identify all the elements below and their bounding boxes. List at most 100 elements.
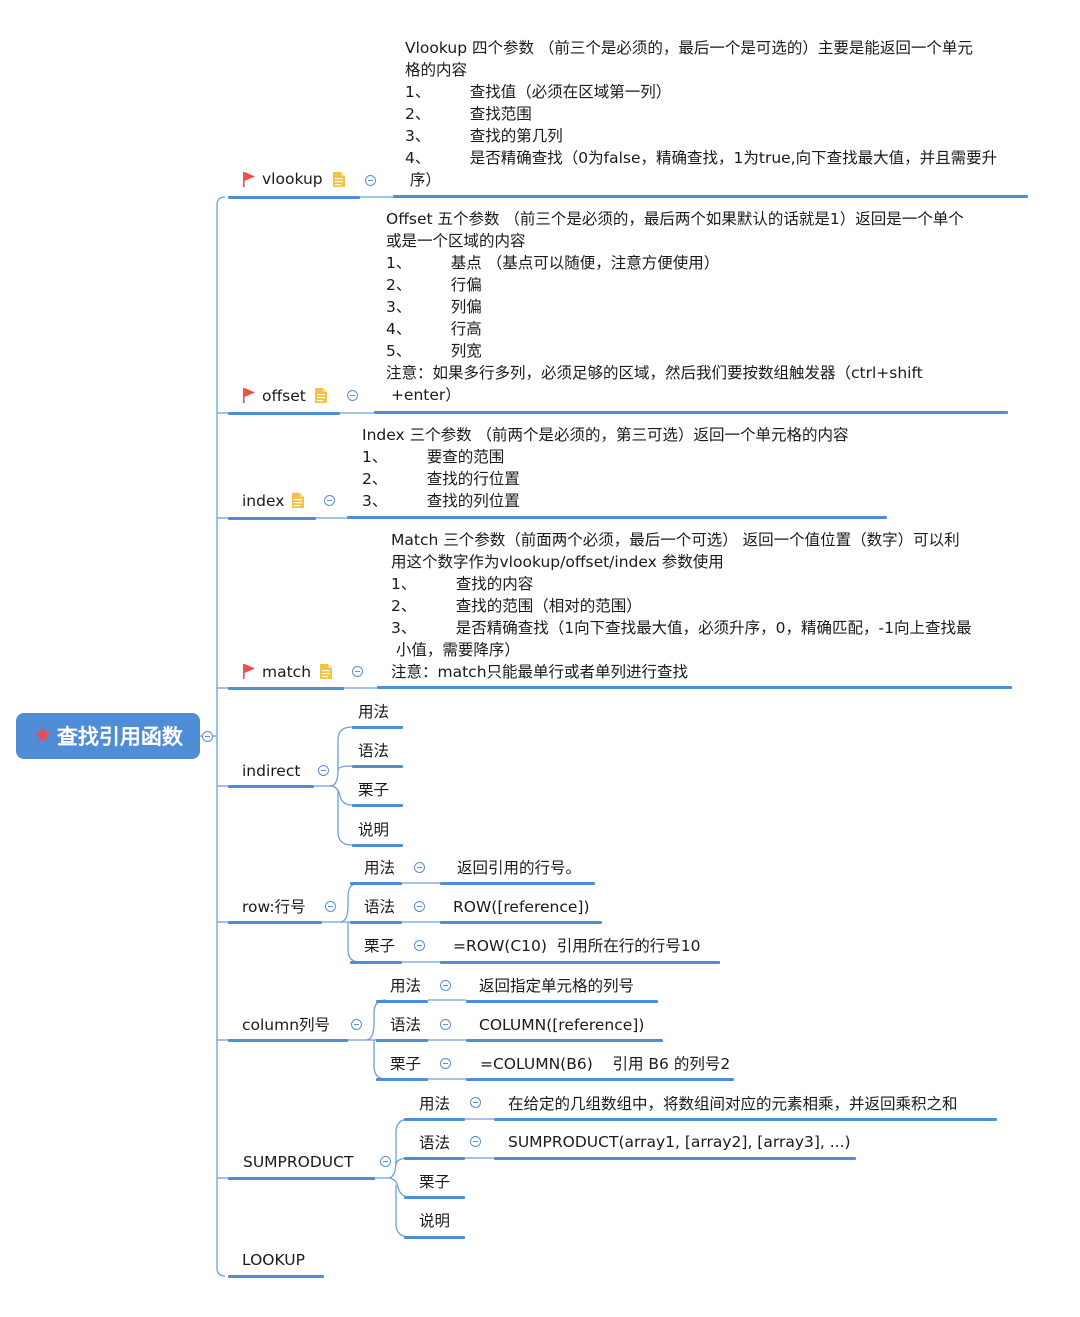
main-spine [216, 205, 226, 1277]
child-label: 栗子 [419, 1173, 451, 1191]
note-underline [347, 516, 887, 519]
child-value: =COLUMN(B6) 引用 B6 的列号2 [480, 1055, 731, 1073]
root-topic[interactable]: ★ 查找引用函数 [16, 713, 200, 759]
child-underline [404, 1157, 465, 1160]
branch-underline [228, 687, 344, 690]
child-underline [404, 1118, 465, 1121]
child-underline [350, 961, 402, 964]
collapse-toggle[interactable] [440, 1019, 451, 1030]
note-line: 4、 行高 [386, 320, 482, 338]
note-icon[interactable] [291, 492, 305, 509]
child-underline [376, 1000, 428, 1003]
value-underline [466, 1000, 658, 1003]
note-underline [374, 411, 1008, 414]
child-underline [376, 1039, 428, 1042]
note-line: 序） [405, 171, 441, 189]
collapse-toggle[interactable] [414, 901, 425, 912]
note-line: 注意：match只能最单行或者单列进行查找 [391, 663, 689, 681]
value-underline [440, 961, 720, 964]
child-label: 说明 [358, 821, 390, 839]
child-label: 用法 [358, 703, 390, 721]
child-label: 用法 [390, 977, 422, 995]
note-underline [377, 686, 1012, 689]
collapse-toggle[interactable] [365, 175, 376, 186]
note-line: Index 三个参数 （前两个是必须的，第三可选）返回一个单元格的内容 [362, 426, 849, 444]
collapse-toggle[interactable] [470, 1097, 481, 1108]
child-value: COLUMN([reference]) [479, 1016, 645, 1034]
branch-underline [228, 412, 340, 415]
note-line: 或是一个区域的内容 [386, 232, 526, 250]
child-value: =ROW(C10) 引用所在行的行号10 [453, 937, 701, 955]
note-line: Match 三个参数（前面两个必须，最后一个可选） 返回一个值位置（数字）可以利 [391, 531, 960, 549]
branch-label: vlookup [262, 170, 323, 188]
branch-label: indirect [242, 762, 301, 780]
child-value: 在给定的几组数组中，将数组间对应的元素相乘，并返回乘积之和 [508, 1095, 958, 1113]
root-collapse-toggle[interactable] [202, 731, 213, 742]
collapse-toggle[interactable] [325, 901, 336, 912]
note-line: 小值，需要降序） [391, 641, 520, 659]
child-underline [404, 1196, 465, 1199]
note-line: 1、 查找值（必须在区域第一列） [405, 83, 672, 101]
branch-underline [228, 921, 322, 924]
child-underline [352, 844, 403, 847]
branch-label: row:行号 [242, 898, 306, 916]
collapse-toggle[interactable] [347, 390, 358, 401]
child-underline [350, 921, 402, 924]
child-label: 说明 [419, 1212, 451, 1230]
branch-underline [228, 517, 316, 520]
branch-label: column列号 [242, 1016, 331, 1034]
collapse-toggle[interactable] [440, 1058, 451, 1069]
child-label: 栗子 [364, 937, 396, 955]
child-underline [404, 1236, 465, 1239]
collapse-toggle[interactable] [470, 1136, 481, 1147]
note-line: Offset 五个参数 （前三个是必须的，最后两个如果默认的话就是1）返回是一个… [386, 210, 964, 228]
collapse-toggle[interactable] [414, 862, 425, 873]
child-underline [350, 882, 402, 885]
child-label: 用法 [364, 859, 396, 877]
note-underline [393, 195, 1028, 198]
child-value: SUMPRODUCT(array1, [array2], [array3], .… [508, 1133, 851, 1151]
note-line: 2、 查找范围 [405, 105, 532, 123]
child-label: 语法 [358, 742, 390, 760]
collapse-toggle[interactable] [380, 1156, 391, 1167]
note-line: Vlookup 四个参数 （前三个是必须的，最后一个是可选的）主要是能返回一个单… [405, 39, 973, 57]
branch-underline [228, 1177, 375, 1180]
branch-label: index [242, 492, 285, 510]
child-label: 栗子 [358, 781, 390, 799]
note-line: 1、 基点 （基点可以随便，注意方便使用） [386, 254, 720, 272]
child-value: 返回指定单元格的列号 [479, 977, 635, 995]
collapse-toggle[interactable] [324, 495, 335, 506]
branch-label: match [262, 663, 312, 681]
note-icon[interactable] [319, 663, 333, 680]
child-underline [352, 804, 403, 807]
note-line: 3、 列偏 [386, 298, 482, 316]
note-icon[interactable] [332, 171, 346, 188]
child-value: 返回引用的行号。 [457, 859, 582, 877]
branch-underline [228, 785, 314, 788]
note-line: 用这个数字作为vlookup/offset/index 参数使用 [391, 553, 724, 571]
child-value: ROW([reference]) [453, 898, 590, 916]
collapse-toggle[interactable] [414, 940, 425, 951]
flag-icon [243, 172, 255, 187]
star-icon: ★ [33, 723, 53, 748]
branch-label: SUMPRODUCT [243, 1153, 354, 1171]
note-line: 1、 查找的内容 [391, 575, 534, 593]
child-label: 栗子 [390, 1055, 422, 1073]
collapse-toggle[interactable] [351, 1019, 362, 1030]
note-line: 2、 查找的范围（相对的范围） [391, 597, 642, 615]
value-underline [466, 1078, 734, 1081]
note-icon[interactable] [314, 387, 328, 404]
child-underline [352, 765, 403, 768]
collapse-toggle[interactable] [440, 980, 451, 991]
branch-label: LOOKUP [242, 1251, 305, 1269]
child-label: 语法 [364, 898, 396, 916]
note-line: 3、 查找的第几列 [405, 127, 563, 145]
collapse-toggle[interactable] [318, 765, 329, 776]
root-topic-label: 查找引用函数 [56, 725, 183, 749]
note-line: 2、 行偏 [386, 276, 482, 294]
child-label: 用法 [419, 1095, 451, 1113]
branch-underline [228, 1275, 324, 1278]
collapse-toggle[interactable] [352, 666, 363, 677]
flag-icon [243, 664, 255, 679]
value-underline [440, 882, 595, 885]
